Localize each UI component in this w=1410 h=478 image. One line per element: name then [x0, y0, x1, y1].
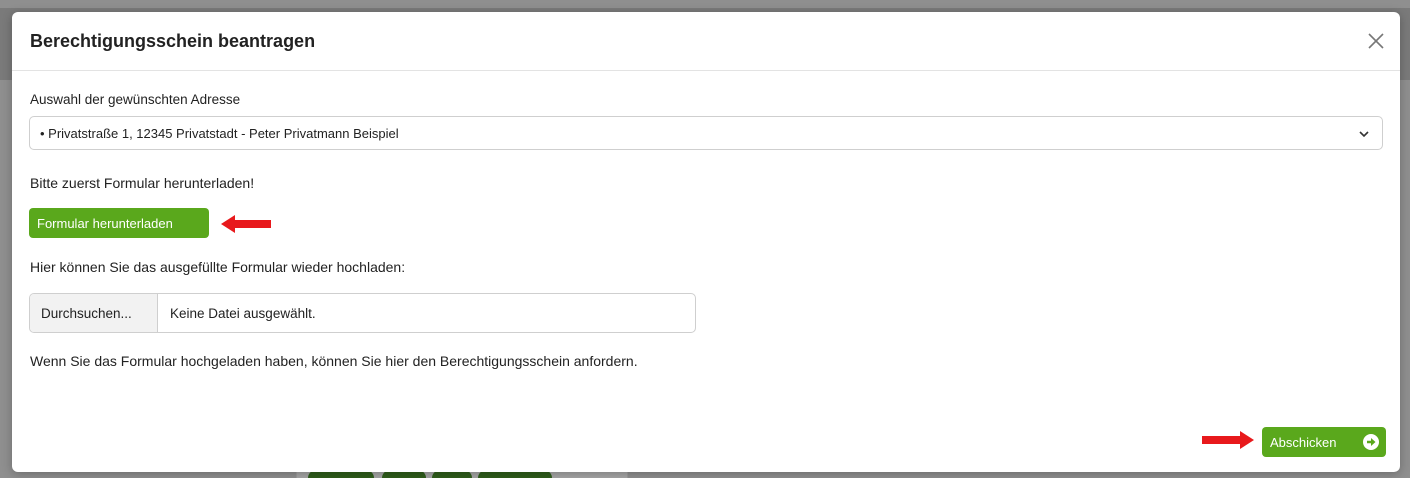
red-arrow-icon — [221, 215, 271, 233]
address-label: Auswahl der gewünschten Adresse — [30, 92, 241, 107]
file-upload-field[interactable]: Durchsuchen... Keine Datei ausgewählt. — [29, 293, 696, 333]
upload-instruction: Hier können Sie das ausgefüllte Formular… — [30, 259, 406, 275]
address-selected-value: • Privatstraße 1, 12345 Privatstadt - Pe… — [40, 126, 399, 141]
modal-dialog: Berechtigungsschein beantragen Auswahl d… — [12, 12, 1400, 472]
browse-label: Durchsuchen... — [41, 306, 132, 321]
browse-button[interactable]: Durchsuchen... — [30, 294, 158, 332]
close-icon — [1368, 33, 1384, 49]
red-arrow-icon — [1202, 431, 1254, 449]
request-instruction: Wenn Sie das Formular hochgeladen haben,… — [30, 353, 638, 369]
modal-header: Berechtigungsschein beantragen — [12, 12, 1400, 71]
submit-button[interactable]: Abschicken — [1262, 427, 1386, 457]
download-form-button[interactable]: Formular herunterladen — [29, 208, 209, 238]
submit-label: Abschicken — [1270, 435, 1337, 450]
arrow-right-circle-icon — [1363, 434, 1379, 450]
download-instruction: Bitte zuerst Formular herunterladen! — [30, 175, 255, 191]
download-form-label: Formular herunterladen — [37, 216, 173, 231]
close-button[interactable] — [1364, 29, 1388, 53]
address-select[interactable]: • Privatstraße 1, 12345 Privatstadt - Pe… — [29, 116, 1383, 150]
file-status: Keine Datei ausgewählt. — [170, 306, 316, 321]
modal-title: Berechtigungsschein beantragen — [30, 31, 316, 51]
chevron-down-icon — [1359, 131, 1369, 138]
